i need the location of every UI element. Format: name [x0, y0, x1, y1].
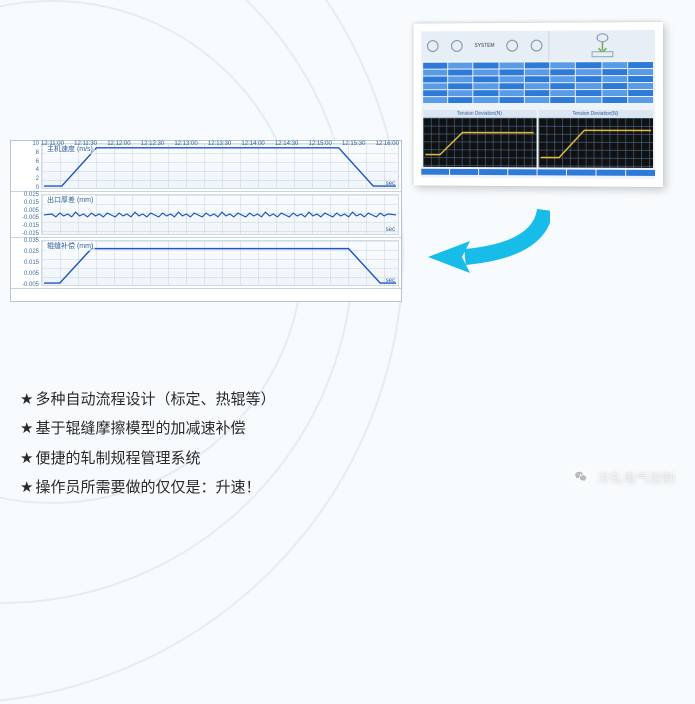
hmi-screen: SYSTEM Tension Deviation(N)	[421, 30, 655, 179]
yaxis-gap: 0.035 0.025 0.015 0.005 -0.005	[11, 238, 41, 288]
hmi-monitor: SYSTEM Tension Deviation(N)	[414, 22, 663, 187]
node-icon	[531, 40, 543, 52]
hmi-scopes: Tension Deviation(N) Tension Deviation(N…	[421, 108, 655, 170]
flow-arrow-icon	[410, 205, 550, 275]
hmi-top-area: SYSTEM	[421, 30, 655, 61]
hmi-title: SYSTEM	[475, 43, 495, 49]
bullet-item: ★基于辊缝摩擦模型的加减速补偿	[20, 414, 275, 443]
yaxis-thickness: 0.025 0.015 0.005 -0.005 -0.015 -0.025	[11, 192, 41, 237]
series-label-gap: 辊缝补偿 (mm)	[45, 241, 95, 251]
yaxis-speed: 10 8 6 4 2 0	[11, 141, 41, 191]
scope-right: Tension Deviation(N)	[538, 110, 653, 168]
chart-row-thickness: 0.025 0.015 0.005 -0.005 -0.015 -0.025 s…	[11, 192, 401, 238]
hmi-status-bar	[421, 169, 655, 179]
hmi-diagram-right	[549, 30, 655, 60]
node-icon	[596, 33, 608, 42]
node-icon	[451, 40, 463, 52]
chart-row-speed: 10 8 6 4 2 0 sec 主机速度 (m/s)	[11, 141, 401, 192]
sec-label: sec	[386, 227, 395, 233]
scope-screen	[538, 118, 653, 168]
watermark-text: 冷轧电气控制	[597, 468, 675, 487]
star-icon: ★	[20, 414, 33, 443]
star-icon: ★	[20, 444, 33, 473]
bullet-item: ★便捷的轧制规程管理系统	[20, 444, 275, 473]
scope-title: Tension Deviation(N)	[538, 110, 653, 118]
node-icon	[507, 40, 519, 52]
scope-title: Tension Deviation(N)	[423, 110, 536, 118]
series-label-thickness: 出口厚差 (mm)	[45, 195, 95, 205]
feature-bullets: ★多种自动流程设计（标定、热辊等） ★基于辊缝摩擦模型的加减速补偿 ★便捷的轧制…	[20, 385, 275, 502]
chart-row-gap: 0.035 0.025 0.015 0.005 -0.005 sec 辊缝补偿 …	[11, 238, 401, 289]
watermark: 冷轧电气控制	[571, 467, 675, 487]
star-icon: ★	[20, 473, 33, 502]
hmi-diagram-left: SYSTEM	[421, 31, 549, 61]
sec-label: sec	[386, 278, 395, 284]
scope-screen	[423, 118, 536, 168]
node-icon	[427, 40, 439, 52]
trend-chart-panel: 10 8 6 4 2 0 sec 主机速度 (m/s) 0.025 0.015 …	[10, 140, 402, 302]
xaxis-labels: 12:11:00 12:11:30 12:12:00 12:12:30 12:1…	[41, 141, 399, 147]
hmi-table	[421, 60, 655, 108]
block-icon	[591, 51, 613, 57]
down-arrow-icon	[587, 42, 617, 51]
wechat-icon	[571, 467, 591, 487]
xaxis-row: 12:11:00 12:11:30 12:12:00 12:12:30 12:1…	[11, 289, 401, 304]
star-icon: ★	[20, 385, 33, 414]
bullet-item: ★多种自动流程设计（标定、热辊等）	[20, 385, 275, 414]
sec-label: sec	[386, 181, 395, 187]
bullet-item: ★操作员所需要做的仅仅是：升速！	[20, 473, 275, 502]
scope-left: Tension Deviation(N)	[423, 110, 536, 167]
